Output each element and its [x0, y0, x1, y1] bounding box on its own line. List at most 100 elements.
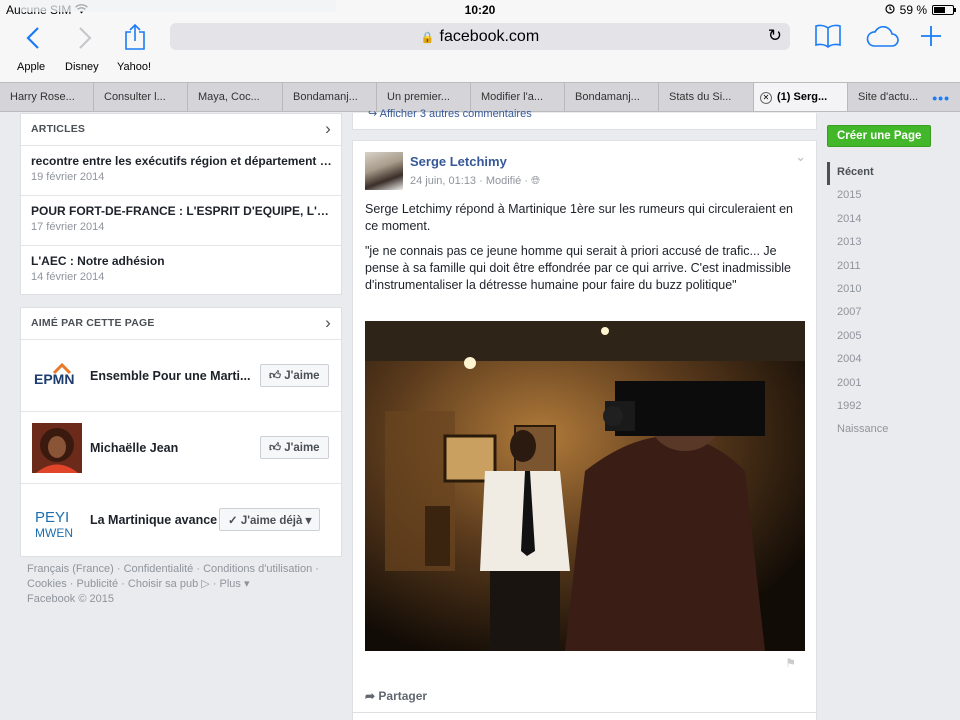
tab-2[interactable]: Maya, Coc...: [188, 83, 283, 111]
peyi-mwen-logo[interactable]: PEYI MWEN: [32, 495, 82, 545]
author-avatar[interactable]: [365, 152, 403, 190]
year-item[interactable]: 2011: [827, 256, 937, 279]
new-tab-icon[interactable]: [920, 25, 942, 51]
post-author[interactable]: Serge Letchimy: [410, 154, 507, 169]
like-button-label: J'aime: [284, 442, 320, 454]
lock-icon: 🔒: [420, 32, 435, 44]
epmn-logo-text: EPMN: [34, 371, 74, 387]
adchoices-icon: ▷: [201, 578, 210, 590]
battery-label: 59 %: [899, 3, 927, 17]
more-comments-link[interactable]: ↪ Afficher 3 autres commentaires: [368, 107, 532, 120]
post-photo[interactable]: [365, 321, 805, 651]
year-item[interactable]: 2004: [827, 349, 937, 372]
more-comments-label: Afficher 3 autres commentaires: [379, 108, 532, 120]
bookmark-disney[interactable]: Disney: [65, 61, 99, 73]
liked-page-name[interactable]: Michaëlle Jean: [90, 441, 252, 455]
footer-link-adchoices[interactable]: Choisir sa pub: [128, 578, 198, 590]
liked-page-item: PEYI MWEN La Martinique avance ✓ J'aime …: [21, 484, 341, 556]
tab-6[interactable]: Bondamanj...: [565, 83, 659, 111]
share-button[interactable]: ➦ Partager: [365, 689, 427, 703]
year-item[interactable]: 2010: [827, 279, 937, 302]
chevron-right-icon[interactable]: ›: [325, 313, 331, 333]
tab-label: Stats du Si...: [669, 91, 732, 103]
bookmarks-icon[interactable]: [815, 24, 841, 52]
year-birth[interactable]: Naissance: [827, 419, 937, 442]
liked-already-button[interactable]: ✓ J'aime déjà ▾: [219, 508, 321, 531]
articles-header[interactable]: ARTICLES ›: [21, 114, 341, 146]
article-title[interactable]: L'AEC : Notre adhésion: [31, 254, 336, 268]
chevron-right-icon[interactable]: ›: [325, 119, 331, 139]
create-page-button[interactable]: Créer une Page: [827, 125, 932, 147]
post-options-chevron-icon[interactable]: ⌄: [795, 149, 806, 165]
year-item[interactable]: 1992: [827, 396, 937, 419]
globe-icon: 🌐︎: [531, 175, 540, 187]
article-title[interactable]: POUR FORT-DE-FRANCE : L'ESPRIT D'EQUIPE,…: [31, 204, 336, 218]
more-tabs-icon[interactable]: •••: [932, 90, 950, 106]
article-title[interactable]: recontre entre les exécutifs région et d…: [31, 154, 336, 168]
back-icon[interactable]: [26, 26, 40, 54]
tab-0[interactable]: Harry Rose...: [0, 83, 94, 111]
thumbs-up-icon: 👍︎: [269, 442, 282, 454]
footer-link-ads[interactable]: Publicité: [77, 578, 119, 590]
tab-label: Harry Rose...: [10, 91, 75, 103]
peyi-logo-text: PEYI: [35, 509, 69, 526]
year-item[interactable]: 2014: [827, 209, 937, 232]
footer-link-terms[interactable]: Conditions d'utilisation: [203, 563, 312, 575]
article-item[interactable]: recontre entre les exécutifs région et d…: [21, 146, 341, 196]
footer-link-more[interactable]: Plus: [220, 578, 241, 590]
year-recent[interactable]: Récent: [827, 162, 937, 186]
post-timestamp[interactable]: 24 juin, 01:13 · Modifié ·: [410, 175, 528, 187]
address-bar[interactable]: 🔒 facebook.com ↻: [170, 23, 790, 50]
like-button[interactable]: 👍︎ J'aime: [260, 364, 329, 387]
article-date: 14 février 2014: [31, 271, 105, 283]
footer-link-cookies[interactable]: Cookies: [27, 578, 67, 590]
ghost-card: [20, 0, 336, 12]
post-quote: "je ne connais pas ce jeune homme qui se…: [365, 244, 791, 292]
timeline-years: Récent 2015 2014 2013 2011 2010 2007 200…: [827, 162, 937, 443]
close-tab-icon[interactable]: ✕: [760, 92, 772, 104]
share-icon[interactable]: [124, 23, 146, 55]
tab-8-active[interactable]: ✕ (1) Serg...: [754, 83, 848, 111]
tab-7[interactable]: Stats du Si...: [659, 83, 754, 111]
bookmark-apple[interactable]: Apple: [17, 61, 45, 73]
post-body: Serge Letchimy répond à Martinique 1ère …: [365, 201, 805, 302]
article-item[interactable]: L'AEC : Notre adhésion 14 février 2014: [21, 246, 341, 296]
tab-label: Bondamanj...: [293, 91, 358, 103]
footer-link-privacy[interactable]: Confidentialité: [124, 563, 194, 575]
liked-header[interactable]: AIMÉ PAR CETTE PAGE ›: [21, 308, 341, 340]
article-date: 17 février 2014: [31, 221, 105, 233]
year-item[interactable]: 2001: [827, 373, 937, 396]
alarm-icon: [885, 3, 895, 17]
michaelle-jean-avatar[interactable]: [32, 423, 82, 473]
caret-down-icon: ▾: [244, 578, 250, 590]
icloud-tabs-icon[interactable]: [865, 26, 899, 52]
year-item[interactable]: 2005: [827, 326, 937, 349]
like-button[interactable]: 👍︎ J'aime: [260, 436, 329, 459]
forward-icon[interactable]: [78, 26, 92, 54]
liked-page-name[interactable]: Ensemble Pour une Marti...: [90, 369, 252, 383]
articles-title: ARTICLES: [31, 123, 86, 135]
mwen-logo-text: MWEN: [35, 526, 73, 540]
battery-icon: [932, 5, 956, 15]
like-button-label: J'aime déjà: [240, 515, 303, 527]
liked-page-item: EPMN Ensemble Pour une Marti... 👍︎ J'aim…: [21, 340, 341, 412]
post-meta: 24 juin, 01:13 · Modifié · 🌐︎: [410, 175, 540, 188]
liked-page-item: Michaëlle Jean 👍︎ J'aime: [21, 412, 341, 484]
epmn-logo[interactable]: EPMN: [32, 351, 82, 401]
year-item[interactable]: 2013: [827, 232, 937, 255]
tab-1[interactable]: Consulter l...: [94, 83, 188, 111]
share-label: Partager: [378, 689, 428, 703]
flag-icon[interactable]: ⚑: [785, 656, 796, 670]
year-item[interactable]: 2015: [827, 185, 937, 208]
like-button-label: J'aime: [284, 370, 320, 382]
post-text-line: Serge Letchimy répond à Martinique 1ère …: [365, 202, 793, 233]
year-item[interactable]: 2007: [827, 302, 937, 325]
reply-arrow-icon: ↪: [368, 108, 378, 120]
footer-link-language[interactable]: Français (France): [27, 563, 114, 575]
reload-icon[interactable]: ↻: [768, 26, 782, 46]
post-card: Serge Letchimy 24 juin, 01:13 · Modifié …: [352, 140, 817, 715]
article-item[interactable]: POUR FORT-DE-FRANCE : L'ESPRIT D'EQUIPE,…: [21, 196, 341, 246]
tab-3[interactable]: Bondamanj...: [283, 83, 377, 111]
bookmark-yahoo[interactable]: Yahoo!: [117, 61, 151, 73]
next-post-top: [352, 712, 817, 720]
